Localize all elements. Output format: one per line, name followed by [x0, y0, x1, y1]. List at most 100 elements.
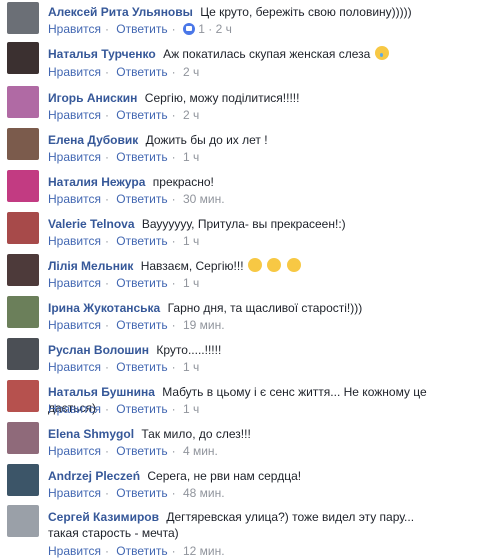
avatar[interactable] — [7, 2, 39, 34]
comment-author[interactable]: Руслан Волошин — [48, 343, 149, 357]
comment-author[interactable]: Сергей Казимиров — [48, 510, 159, 524]
comment-text: Навзаєм, Сергію!!! — [140, 259, 244, 273]
comment-item: Valerie Telnova Вауууууу, Притула- вы пр… — [0, 212, 477, 252]
like-link[interactable]: Нравится — [48, 444, 101, 458]
comment-author[interactable]: Valerie Telnova — [48, 217, 135, 231]
comment-time[interactable]: 1 ч — [183, 234, 199, 248]
comment-author[interactable]: Наталия Нежура — [48, 175, 145, 189]
comment-text: прекрасно! — [152, 175, 214, 189]
comment-author[interactable]: Елена Дубовик — [48, 133, 138, 147]
like-icon — [182, 23, 195, 35]
like-link[interactable]: Нравится — [48, 65, 101, 79]
comment-time[interactable]: 30 мин. — [183, 192, 225, 206]
reply-link[interactable]: Ответить — [116, 22, 167, 36]
separator: · — [171, 360, 176, 374]
separator: · — [104, 360, 109, 374]
comment-time[interactable]: 1 ч — [183, 150, 199, 164]
comment-item: Сергей Казимиров Дегтяревская улица?) то… — [0, 505, 477, 559]
separator: · — [104, 544, 109, 558]
reply-link[interactable]: Ответить — [116, 486, 167, 500]
reply-link[interactable]: Ответить — [116, 150, 167, 164]
comment-item: Наталия Нежура прекрасно! Нравится · Отве… — [0, 170, 477, 210]
reply-link[interactable]: Ответить — [116, 65, 167, 79]
reply-link[interactable]: Ответить — [116, 544, 167, 558]
avatar[interactable] — [7, 212, 39, 244]
avatar[interactable] — [7, 170, 39, 202]
like-link[interactable]: Нравится — [48, 22, 101, 36]
comment-item: Игорь Анискин Сергію, можу поділитися!!!… — [0, 86, 477, 126]
winking-face-icon — [267, 258, 282, 272]
comment-text: Так мило, до слез!!! — [141, 427, 251, 441]
comment-time[interactable]: 2 ч — [183, 108, 199, 122]
comment-author[interactable]: Алексей Рита Ульяновы — [48, 5, 193, 19]
avatar[interactable] — [7, 296, 39, 328]
like-link[interactable]: Нравится — [48, 192, 101, 206]
like-link[interactable]: Нравится — [48, 402, 101, 416]
like-link[interactable]: Нравится — [48, 318, 101, 332]
separator: · — [171, 150, 176, 164]
like-link[interactable]: Нравится — [48, 486, 101, 500]
avatar[interactable] — [7, 464, 39, 496]
comment-author[interactable]: Andrzej Pleczeń — [48, 469, 140, 483]
comment-time[interactable]: 12 мин. — [183, 544, 225, 558]
comment-time[interactable]: 2 ч — [183, 65, 199, 79]
avatar[interactable] — [7, 422, 39, 454]
separator: · — [171, 544, 176, 558]
reply-link[interactable]: Ответить — [116, 360, 167, 374]
comment-text: Гарно дня, та щасливої старості!))) — [167, 301, 363, 315]
kissing-face-icon — [286, 258, 301, 272]
comment-time[interactable]: 1 ч — [183, 360, 199, 374]
separator: · — [104, 22, 109, 36]
reply-link[interactable]: Ответить — [116, 192, 167, 206]
comment-item: Руслан Волошин Круто.....!!!!! Нравится ·… — [0, 338, 477, 378]
like-link[interactable]: Нравится — [48, 544, 101, 558]
separator: · — [171, 402, 176, 416]
separator: · — [171, 444, 176, 458]
separator: · — [171, 192, 176, 206]
comment-author[interactable]: Ірина Жукотанська — [48, 301, 160, 315]
reply-link[interactable]: Ответить — [116, 318, 167, 332]
comment-time[interactable]: 1 ч — [183, 276, 199, 290]
separator: · — [171, 234, 176, 248]
avatar[interactable] — [7, 42, 39, 74]
avatar[interactable] — [7, 338, 39, 370]
separator: · — [104, 276, 109, 290]
avatar[interactable] — [7, 86, 39, 118]
separator: · — [171, 486, 176, 500]
avatar[interactable] — [7, 380, 39, 412]
like-link[interactable]: Нравится — [48, 276, 101, 290]
comment-text: Це круто, бережіть свою половину))))) — [200, 5, 412, 19]
comment-item: Elena Shmygol Так мило, до слез!!! Нрави… — [0, 422, 477, 462]
comment-time[interactable]: 48 мин. — [183, 486, 225, 500]
separator: · — [104, 486, 109, 500]
comment-time[interactable]: 19 мин. — [183, 318, 225, 332]
like-link[interactable]: Нравится — [48, 108, 101, 122]
reply-link[interactable]: Ответить — [116, 276, 167, 290]
reply-link[interactable]: Ответить — [116, 234, 167, 248]
reply-link[interactable]: Ответить — [116, 402, 167, 416]
like-link[interactable]: Нравится — [48, 150, 101, 164]
comment-time[interactable]: 1 · 2 ч — [198, 22, 232, 36]
separator: · — [104, 234, 109, 248]
comment-text: Серега, не рви нам сердца! — [147, 469, 302, 483]
like-link[interactable]: Нравится — [48, 234, 101, 248]
comment-time[interactable]: 1 ч — [183, 402, 199, 416]
comment-item: Наталья Турченко Аж покатилась скупая же… — [0, 42, 477, 82]
reply-link[interactable]: Ответить — [116, 108, 167, 122]
avatar[interactable] — [7, 128, 39, 160]
avatar[interactable] — [7, 254, 39, 286]
comment-author[interactable]: Лілія Мельник — [48, 259, 133, 273]
comment-text: Дожить бы до их лет ! — [145, 133, 268, 147]
comment-text: Аж покатилась скупая женская слеза — [163, 47, 371, 61]
comment-author[interactable]: Игорь Анискин — [48, 91, 137, 105]
comment-item: Наталья Бушнина Мабуть в цьому і є сенс … — [0, 380, 477, 420]
separator: · — [171, 108, 176, 122]
comment-author[interactable]: Наталья Турченко — [48, 47, 156, 61]
comment-author[interactable]: Наталья Бушнина — [48, 385, 155, 399]
reply-link[interactable]: Ответить — [116, 444, 167, 458]
avatar[interactable] — [7, 505, 39, 537]
comment-author[interactable]: Elena Shmygol — [48, 427, 134, 441]
comment-time[interactable]: 4 мин. — [183, 444, 218, 458]
like-link[interactable]: Нравится — [48, 360, 101, 374]
comment-item: Алексей Рита Ульяновы Це круто, бережіть… — [0, 0, 477, 40]
